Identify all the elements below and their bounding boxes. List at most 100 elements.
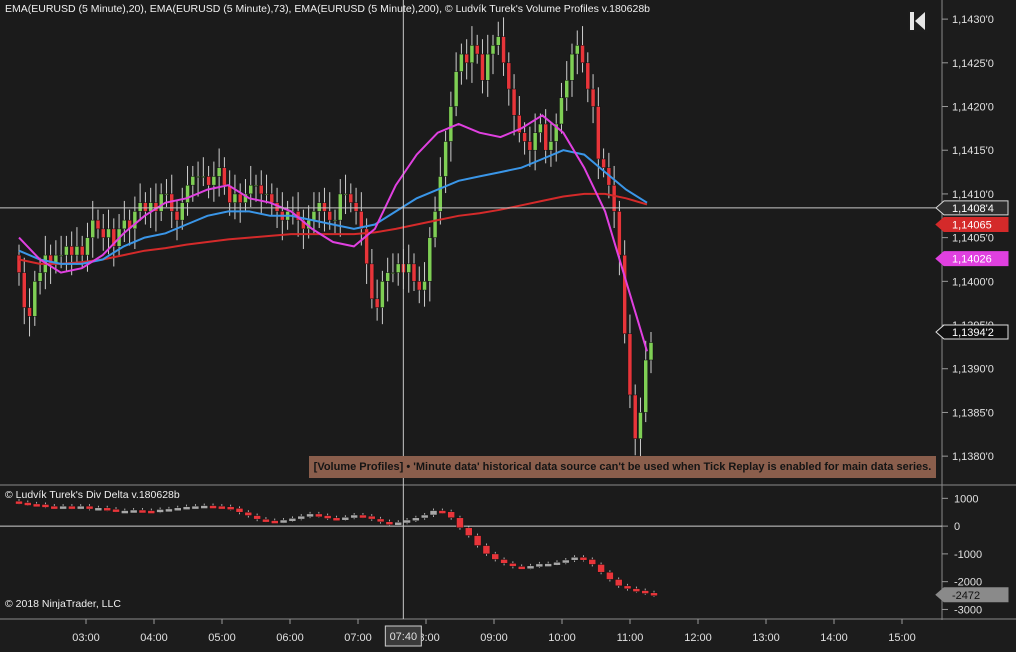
ninjatrader-logo-icon[interactable] <box>907 9 929 33</box>
delta-bar <box>15 500 23 505</box>
candle-body <box>559 97 564 125</box>
price-tick-label: 1,1415'0 <box>952 145 994 157</box>
candle-body <box>137 202 143 212</box>
delta-bar <box>650 592 658 597</box>
candle-body <box>406 263 411 273</box>
crosshair-time-label: 07:40 <box>390 631 418 643</box>
delta-bar <box>76 505 85 510</box>
candle-body <box>385 272 390 282</box>
candle-body <box>237 193 243 203</box>
candle-body <box>427 237 433 282</box>
delta-tick-label: 1000 <box>954 493 978 505</box>
delta-bar <box>588 559 597 565</box>
delta-bar <box>182 506 191 510</box>
time-tick-label: 10:00 <box>548 632 576 644</box>
delta-bar <box>156 509 164 513</box>
candle-body <box>79 246 85 256</box>
delta-bar <box>491 553 499 560</box>
delta-bar <box>368 515 376 520</box>
candle-body <box>601 158 606 168</box>
candle-body <box>85 237 90 256</box>
delta-value-tag: -2472 <box>952 590 980 602</box>
price-tick-label: 1,1405'0 <box>952 233 994 245</box>
delta-bar <box>359 514 367 519</box>
candle-body <box>353 202 359 212</box>
candle-body <box>264 193 269 196</box>
candle-body <box>95 219 101 230</box>
candle-body <box>411 263 417 282</box>
candle-body <box>206 176 211 186</box>
delta-bar <box>562 559 570 564</box>
delta-bar <box>420 514 429 519</box>
delta-bar <box>606 571 614 580</box>
candle-body <box>590 88 596 107</box>
candle-body <box>538 123 543 133</box>
candle-body <box>332 219 338 222</box>
candle-body <box>180 202 185 221</box>
candle-body <box>485 53 490 81</box>
delta-bar <box>218 505 226 510</box>
delta-tick-label: -2000 <box>954 577 982 589</box>
candle-body <box>501 36 506 64</box>
candle-body <box>64 246 69 256</box>
candle-body <box>580 45 585 64</box>
candle-body <box>496 36 501 46</box>
chart-canvas: 1,1430'0 1,1425'0 1,1420'0 1,1415'0 1,1410'0… <box>0 0 1016 647</box>
delta-bar <box>614 579 623 587</box>
delta-bar <box>412 517 420 522</box>
price-tick-label: 1,1385'0 <box>952 407 994 419</box>
delta-bar <box>403 519 411 524</box>
delta-bar <box>465 527 473 536</box>
candle-body <box>532 132 538 151</box>
candle-body <box>311 211 317 221</box>
candle-body <box>448 106 454 142</box>
price-tick-label: 1,1400'0 <box>952 276 994 288</box>
delta-bar <box>271 520 279 524</box>
delta-bar <box>68 505 76 510</box>
candle-body <box>348 193 354 203</box>
delta-bar <box>253 515 261 520</box>
candle-body <box>506 62 512 90</box>
time-tick-label: 09:00 <box>480 632 508 644</box>
delta-tick-label: -1000 <box>954 549 982 561</box>
candle-body <box>480 53 485 81</box>
delta-bar <box>112 508 120 513</box>
candle-body <box>380 281 385 308</box>
delta-bar <box>376 518 385 523</box>
candle-body <box>648 342 654 361</box>
candle-body <box>122 219 127 230</box>
delta-bar <box>500 559 508 564</box>
copyright-text: © 2018 NinjaTrader, LLC <box>5 598 121 610</box>
ema20-value-tag: 1,14026 <box>952 254 992 266</box>
price-panel-bg <box>0 0 942 484</box>
candle-body <box>417 281 422 291</box>
candle-body <box>211 176 217 186</box>
ema200-value-tag: 1,14065 <box>952 220 992 232</box>
candle-body <box>627 333 633 396</box>
time-tick-label: 11:00 <box>617 632 644 644</box>
candle-body <box>216 167 222 177</box>
candle-body <box>585 62 591 90</box>
delta-bar <box>147 510 156 514</box>
delta-bar <box>174 507 182 512</box>
delta-bar <box>509 563 517 567</box>
price-tick-label: 1,1410'0 <box>952 189 994 201</box>
delta-bar <box>244 511 253 516</box>
candle-body <box>632 394 638 439</box>
candle-body <box>143 202 148 212</box>
candle-body <box>190 176 196 186</box>
candle-body <box>74 246 80 256</box>
delta-bar <box>41 504 50 508</box>
delta-bar <box>103 507 111 512</box>
delta-bar <box>482 545 491 555</box>
candle-body <box>464 53 469 64</box>
delta-bar <box>279 519 288 524</box>
candle-body <box>37 272 43 282</box>
candle-body <box>575 45 580 55</box>
candle-body <box>438 176 443 212</box>
delta-bar <box>288 518 297 522</box>
delta-panel-title: © Ludvík Turek's Div Delta v.180628b <box>5 489 180 501</box>
candle-body <box>548 141 554 151</box>
price-tick-label: 1,1390'0 <box>952 364 994 376</box>
delta-bar <box>341 516 350 521</box>
